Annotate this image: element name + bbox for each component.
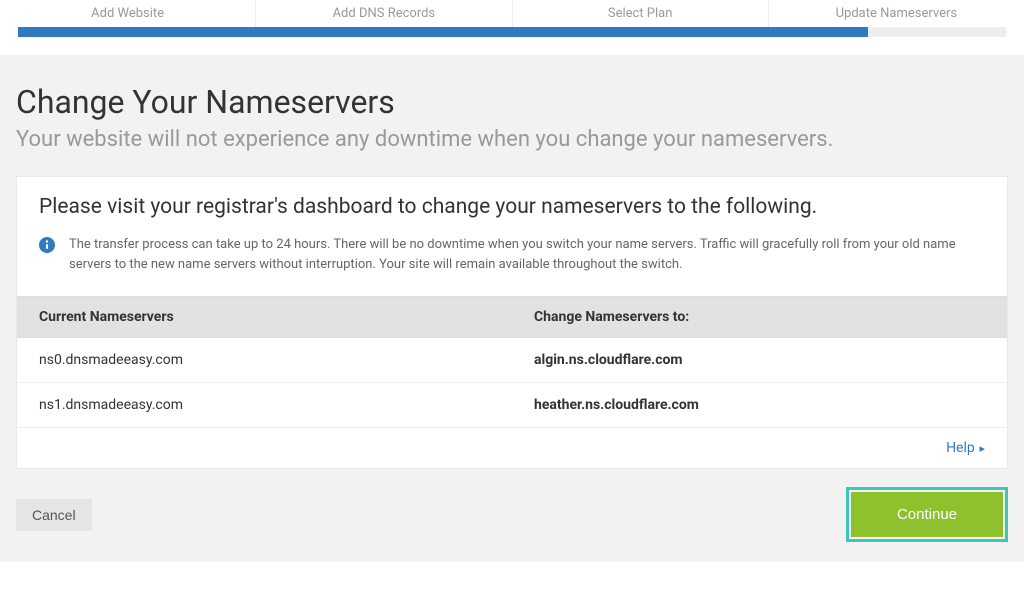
current-nameserver: ns1.dnsmadeeasy.com	[17, 383, 512, 427]
step-add-website[interactable]: Add Website	[0, 0, 256, 27]
stepper: Add Website Add DNS Records Select Plan …	[0, 0, 1024, 27]
new-nameserver: algin.ns.cloudflare.com	[512, 338, 1007, 382]
header-new: Change Nameservers to:	[512, 297, 1007, 337]
page-subtitle: Your website will not experience any dow…	[16, 127, 1008, 152]
new-nameserver: heather.ns.cloudflare.com	[512, 383, 1007, 427]
info-icon	[39, 237, 55, 257]
help-row: Help ▸	[17, 428, 1007, 468]
progress-fill	[18, 27, 868, 37]
header-current: Current Nameservers	[17, 297, 512, 337]
chevron-right-icon: ▸	[977, 442, 985, 455]
main-content: Change Your Nameservers Your website wil…	[0, 55, 1024, 562]
nameserver-table: Current Nameservers Change Nameservers t…	[17, 296, 1007, 468]
table-row: ns1.dnsmadeeasy.com heather.ns.cloudflar…	[17, 383, 1007, 428]
table-header: Current Nameservers Change Nameservers t…	[17, 296, 1007, 338]
step-add-dns-records[interactable]: Add DNS Records	[256, 0, 512, 27]
continue-highlight: Continue	[846, 487, 1008, 542]
page-title: Change Your Nameservers	[16, 83, 1008, 121]
progress-bar	[18, 27, 1006, 37]
table-row: ns0.dnsmadeeasy.com algin.ns.cloudflare.…	[17, 338, 1007, 383]
step-update-nameservers[interactable]: Update Nameservers	[769, 0, 1024, 27]
actions-row: Cancel Continue	[16, 487, 1008, 542]
cancel-button[interactable]: Cancel	[16, 499, 92, 531]
continue-button[interactable]: Continue	[851, 492, 1003, 537]
current-nameserver: ns0.dnsmadeeasy.com	[17, 338, 512, 382]
instruction-text: Please visit your registrar's dashboard …	[39, 195, 985, 219]
nameserver-card: Please visit your registrar's dashboard …	[16, 176, 1008, 469]
help-link[interactable]: Help ▸	[946, 440, 985, 456]
info-text: The transfer process can take up to 24 h…	[69, 235, 985, 274]
step-select-plan[interactable]: Select Plan	[513, 0, 769, 27]
